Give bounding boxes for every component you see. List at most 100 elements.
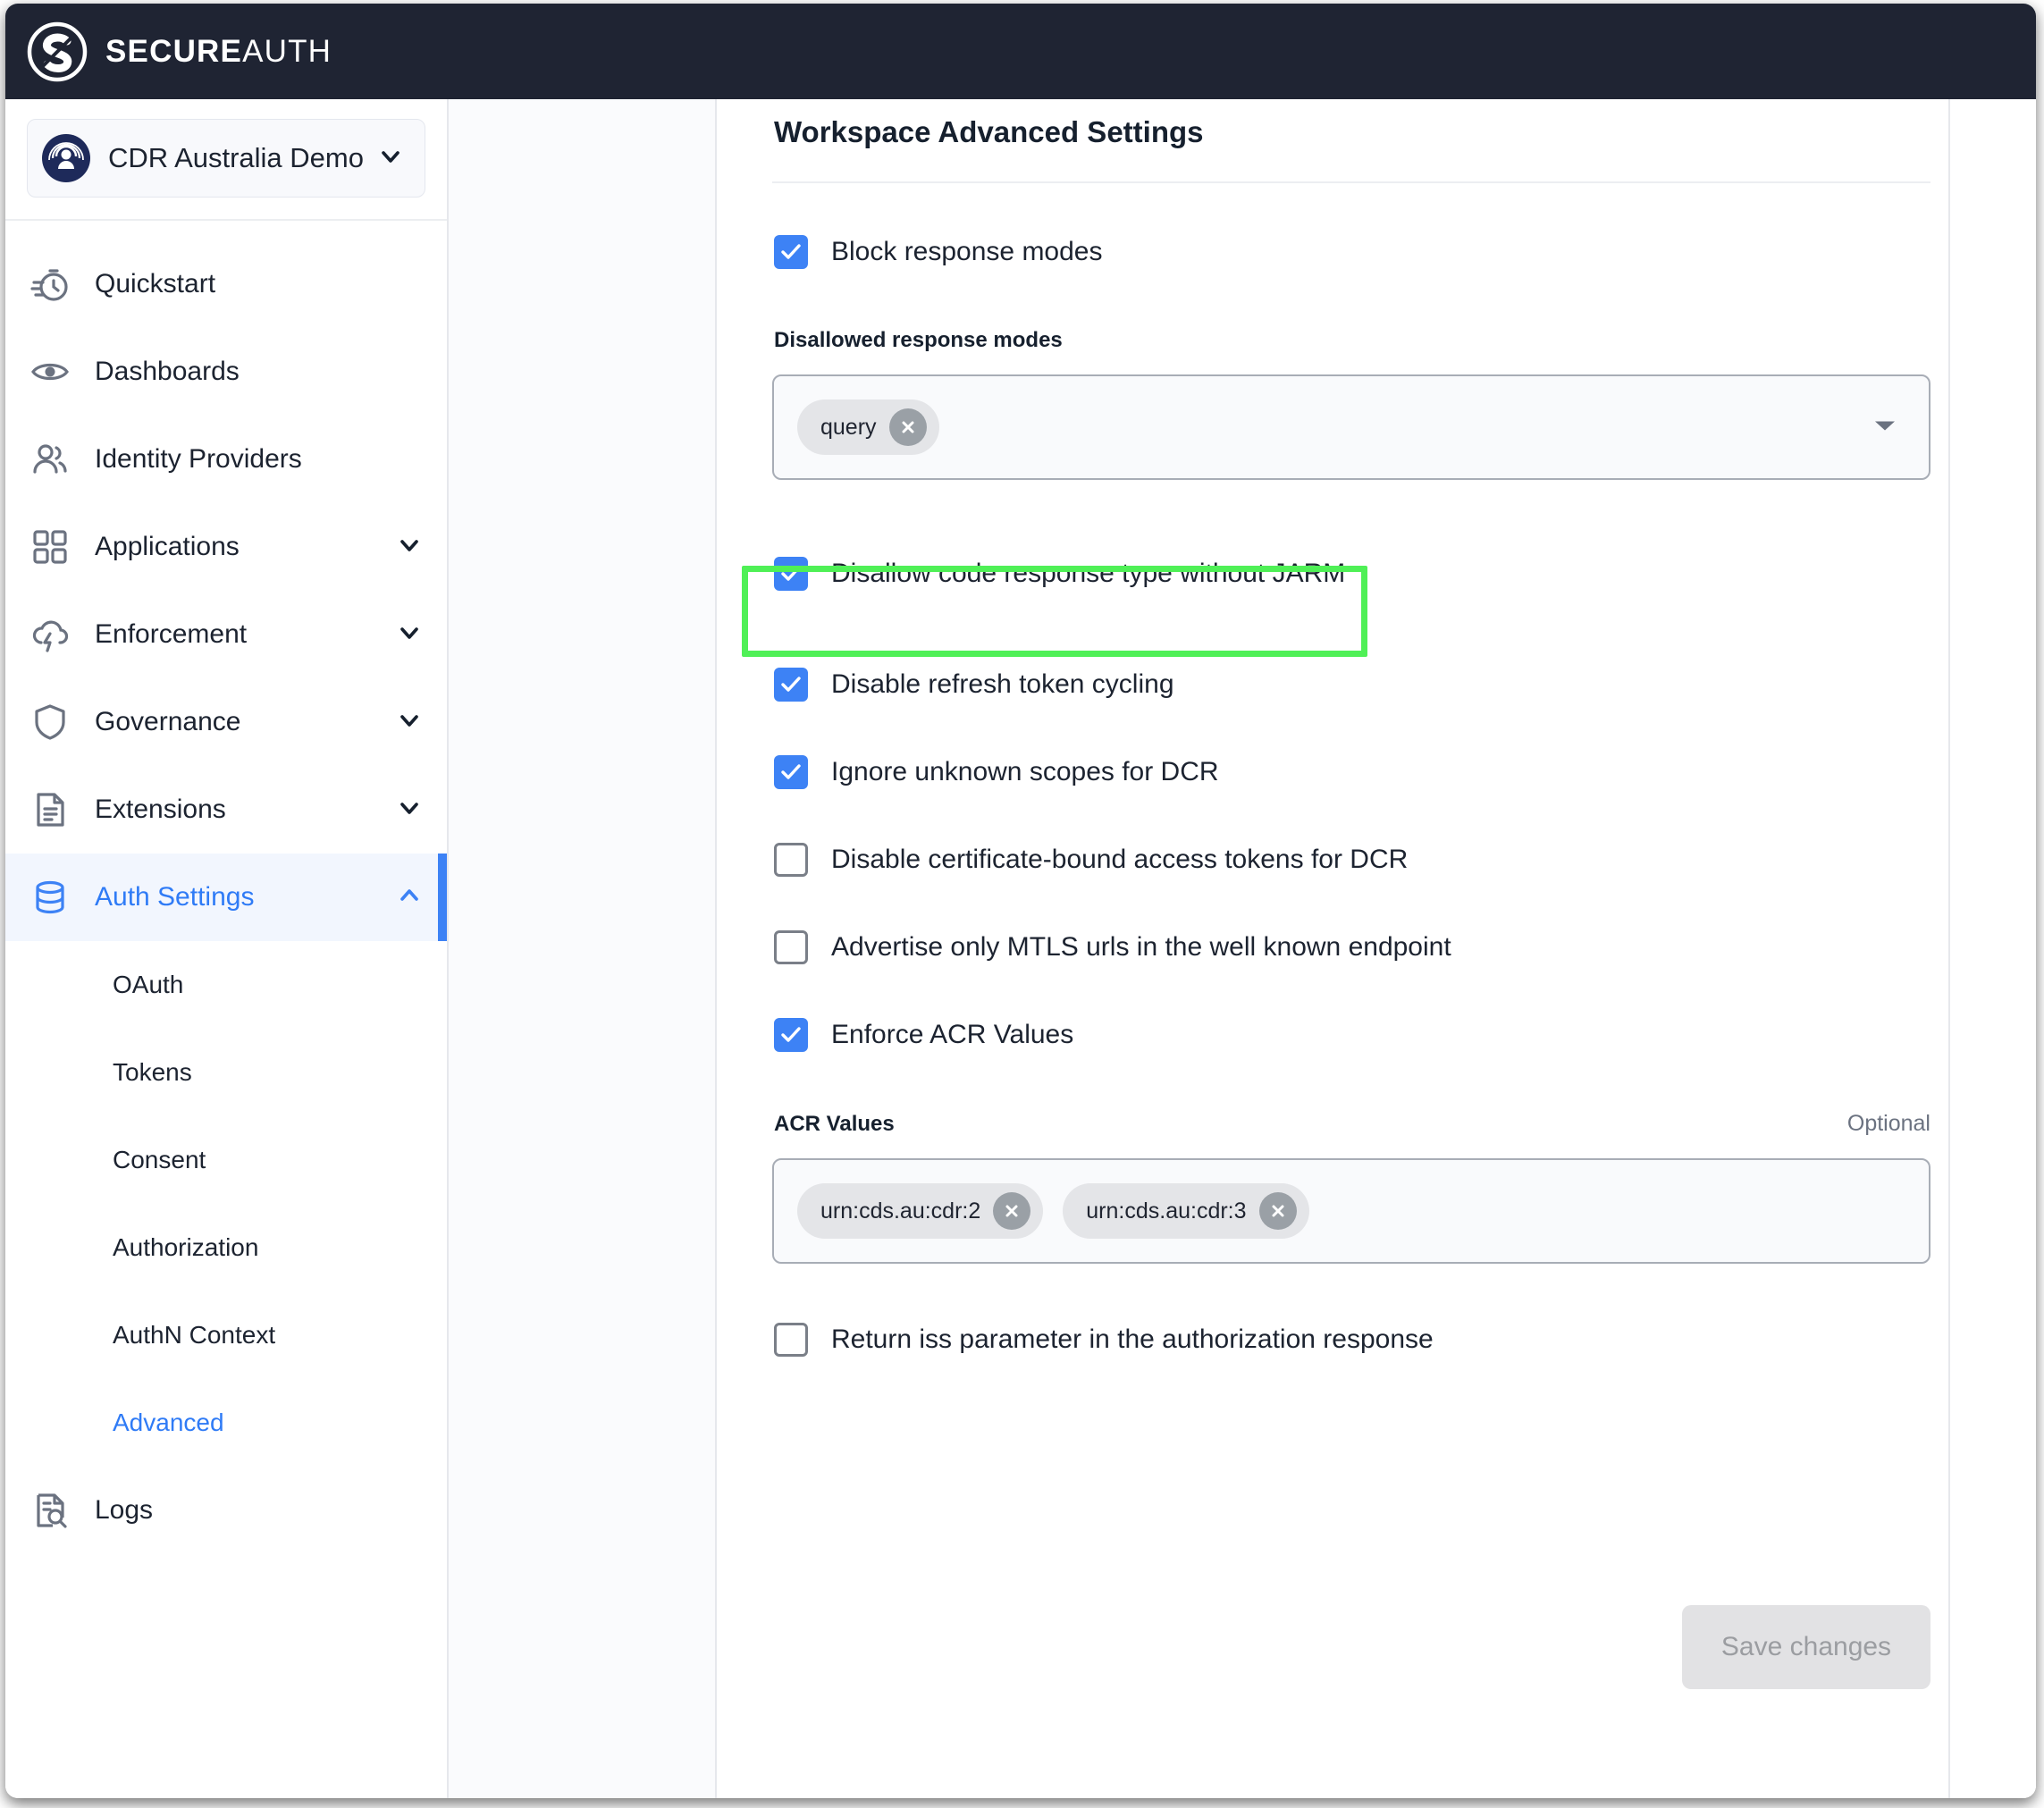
log-search-icon: [30, 1491, 70, 1530]
checkbox-label: Enforce ACR Values: [831, 1020, 1074, 1049]
close-circle-icon[interactable]: [1258, 1192, 1297, 1230]
sidebar-subitem-advanced[interactable]: Advanced: [5, 1379, 447, 1467]
checkbox-ignore-unknown-scopes-dcr[interactable]: [774, 755, 808, 789]
field-optional-tag: Optional: [1846, 1111, 1930, 1136]
chip-acr-value: urn:cds.au:cdr:3: [1063, 1183, 1309, 1239]
workspace-selector[interactable]: CDR Australia Demo: [27, 119, 425, 198]
chip-label: urn:cds.au:cdr:3: [1086, 1198, 1247, 1224]
sidebar-subitem-label: Consent: [113, 1146, 206, 1173]
chevron-down-icon[interactable]: [395, 794, 424, 827]
app-window: SECUREAUTH CDR Australia Demo Quickstart…: [5, 4, 2036, 1798]
secureauth-logo-icon: [25, 20, 89, 84]
checkbox-return-iss-parameter[interactable]: [774, 1323, 808, 1357]
checkbox-row-return-iss-parameter[interactable]: Return iss parameter in the authorizatio…: [772, 1323, 1930, 1357]
sidebar-subitem-label: Authorization: [113, 1233, 259, 1261]
sidebar-item-governance[interactable]: Governance: [5, 678, 447, 766]
checkbox-label: Ignore unknown scopes for DCR: [831, 757, 1219, 786]
checkbox-block-response-modes[interactable]: [774, 235, 808, 269]
title-divider: [772, 181, 1930, 183]
chip-label: urn:cds.au:cdr:2: [820, 1198, 981, 1224]
secondary-panel: [449, 99, 717, 1798]
sidebar: CDR Australia Demo Quickstart Dashboards…: [5, 99, 449, 1798]
close-circle-icon[interactable]: [888, 408, 927, 446]
checkbox-label: Block response modes: [831, 237, 1103, 266]
field-label: Disallowed response modes: [774, 328, 1063, 352]
main-content: Workspace Advanced Settings Block respon…: [719, 99, 2036, 1798]
chevron-down-icon[interactable]: [376, 142, 405, 175]
cloud-lightning-icon: [30, 615, 70, 654]
sidebar-item-applications[interactable]: Applications: [5, 503, 447, 591]
sidebar-item-label: Dashboards: [95, 357, 240, 386]
field-label: ACR Values: [774, 1112, 895, 1136]
chevron-up-icon[interactable]: [395, 881, 424, 914]
right-scroll-gutter: [1948, 99, 2036, 1798]
top-bar: SECUREAUTH: [5, 4, 2036, 99]
settings-form: Workspace Advanced Settings Block respon…: [719, 99, 2036, 1798]
sidebar-item-label: Extensions: [95, 795, 226, 824]
sidebar-item-label: Governance: [95, 707, 241, 736]
sidebar-item-label: Identity Providers: [95, 444, 302, 474]
checkbox-label: Disable refresh token cycling: [831, 669, 1174, 699]
sidebar-subitem-oauth[interactable]: OAuth: [5, 941, 447, 1029]
checkbox-row-advertise-mtls-urls[interactable]: Advertise only MTLS urls in the well kno…: [772, 930, 1930, 964]
checkbox-row-disable-cert-bound-tokens-dcr[interactable]: Disable certificate-bound access tokens …: [772, 843, 1930, 877]
workspace-zone: CDR Australia Demo: [5, 99, 447, 221]
stopwatch-icon: [30, 265, 70, 304]
sidebar-item-dashboards[interactable]: Dashboards: [5, 328, 447, 416]
checkbox-row-block-response-modes[interactable]: Block response modes: [772, 235, 1930, 269]
sidebar-item-identity-providers[interactable]: Identity Providers: [5, 416, 447, 503]
checkbox-row-enforce-acr-values[interactable]: Enforce ACR Values: [772, 1018, 1930, 1052]
checkbox-disallow-code-without-jarm[interactable]: [774, 557, 808, 591]
sidebar-item-label: Enforcement: [95, 619, 248, 649]
checkbox-label: Return iss parameter in the authorizatio…: [831, 1324, 1434, 1354]
sidebar-item-label: Logs: [95, 1495, 154, 1525]
shield-icon: [30, 702, 70, 742]
sidebar-subitem-label: AuthN Context: [113, 1321, 276, 1349]
checkbox-row-disallow-code-without-jarm[interactable]: Disallow code response type without JARM: [772, 557, 1930, 591]
checkbox-label: Disallow code response type without JARM: [831, 559, 1346, 588]
chevron-down-icon[interactable]: [395, 706, 424, 739]
workspace-name: CDR Australia Demo: [108, 142, 364, 173]
users-icon: [30, 440, 70, 479]
chip-acr-value: urn:cds.au:cdr:2: [797, 1183, 1044, 1239]
chevron-down-icon[interactable]: [395, 531, 424, 564]
disallowed-response-modes-input[interactable]: query: [772, 374, 1930, 480]
checkbox-label: Advertise only MTLS urls in the well kno…: [831, 932, 1451, 962]
sidebar-item-label: Auth Settings: [95, 882, 255, 912]
checkbox-row-ignore-unknown-scopes-dcr[interactable]: Ignore unknown scopes for DCR: [772, 755, 1930, 789]
sidebar-item-quickstart[interactable]: Quickstart: [5, 240, 447, 328]
save-changes-button[interactable]: Save changes: [1682, 1605, 1930, 1689]
sidebar-subitem-tokens[interactable]: Tokens: [5, 1029, 447, 1116]
save-bar: Save changes: [772, 1605, 1930, 1689]
checkbox-disable-refresh-token-cycling[interactable]: [774, 668, 808, 702]
sidebar-nav-list: Quickstart Dashboards Identity Providers…: [5, 221, 447, 1554]
checkbox-enforce-acr-values[interactable]: [774, 1018, 808, 1052]
grid-icon: [30, 527, 70, 567]
eye-icon: [30, 352, 70, 391]
checkbox-disable-cert-bound-tokens-dcr[interactable]: [774, 843, 808, 877]
sidebar-subitem-label: Advanced: [113, 1409, 224, 1436]
sidebar-item-logs[interactable]: Logs: [5, 1467, 447, 1554]
sidebar-subitem-authn-context[interactable]: AuthN Context: [5, 1291, 447, 1379]
chevron-down-icon[interactable]: [395, 618, 424, 652]
brand-title-bold: SECURE: [105, 33, 243, 69]
sidebar-item-enforcement[interactable]: Enforcement: [5, 591, 447, 678]
sidebar-subitem-authorization[interactable]: Authorization: [5, 1204, 447, 1291]
sidebar-item-auth-settings[interactable]: Auth Settings: [5, 854, 447, 941]
chip-query: query: [797, 399, 939, 455]
page-title: Workspace Advanced Settings: [774, 115, 1204, 148]
acr-values-input[interactable]: urn:cds.au:cdr:2 urn:cds.au:cdr:3: [772, 1158, 1930, 1264]
chip-label: query: [820, 414, 877, 440]
workspace-avatar-icon: [42, 134, 90, 182]
checkbox-row-disable-refresh-token-cycling[interactable]: Disable refresh token cycling: [772, 668, 1930, 702]
sidebar-item-extensions[interactable]: Extensions: [5, 766, 447, 854]
sidebar-subitem-label: Tokens: [113, 1058, 192, 1086]
checkbox-label: Disable certificate-bound access tokens …: [831, 845, 1409, 874]
field-label-row-disallowed-response-modes: Disallowed response modes: [772, 328, 1930, 353]
caret-down-icon[interactable]: [1872, 416, 1898, 439]
brand-title: SECUREAUTH: [105, 34, 332, 70]
checkbox-advertise-mtls-urls[interactable]: [774, 930, 808, 964]
sidebar-subitem-label: OAuth: [113, 971, 184, 998]
sidebar-subitem-consent[interactable]: Consent: [5, 1116, 447, 1204]
close-circle-icon[interactable]: [993, 1192, 1031, 1230]
